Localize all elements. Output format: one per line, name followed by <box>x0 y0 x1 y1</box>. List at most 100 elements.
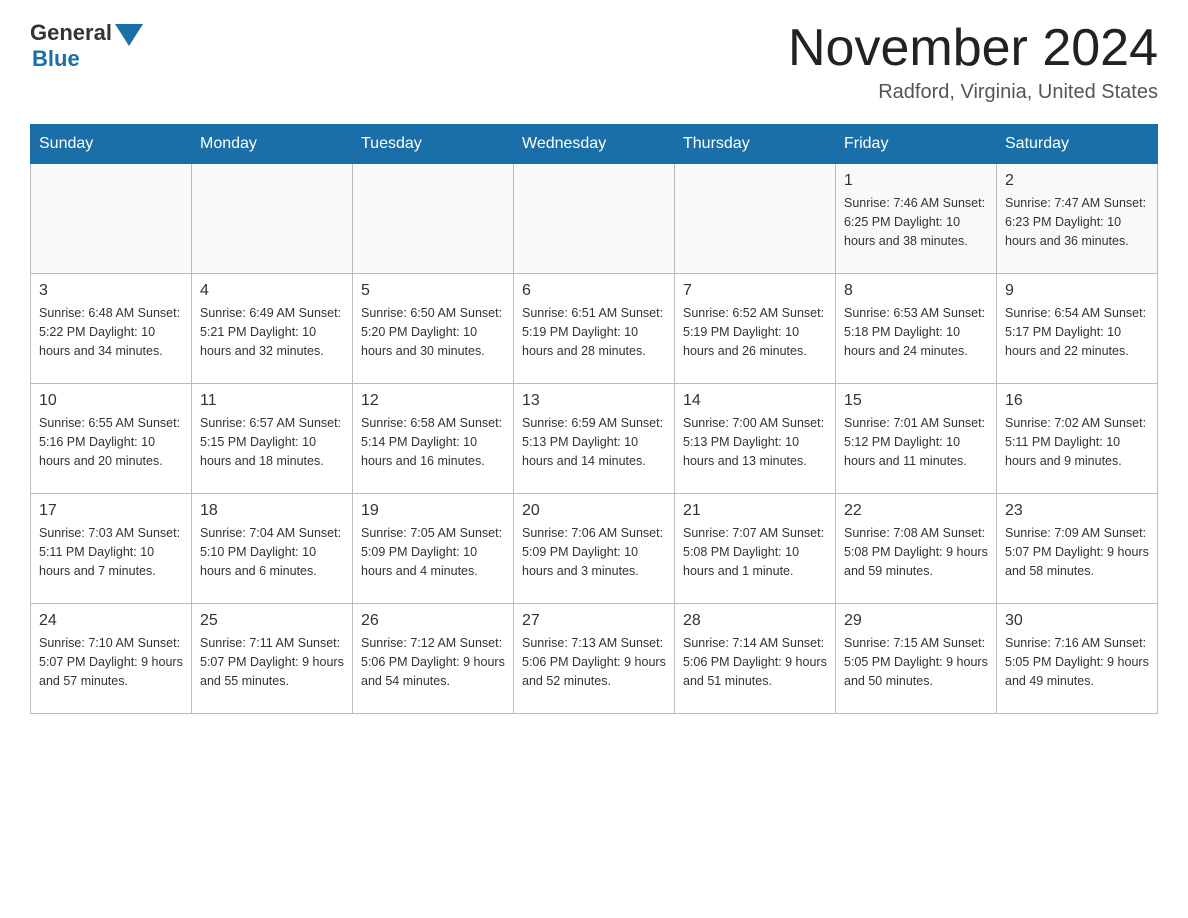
day-info: Sunrise: 7:08 AM Sunset: 5:08 PM Dayligh… <box>844 524 988 580</box>
day-number: 23 <box>1005 502 1149 520</box>
day-info: Sunrise: 6:58 AM Sunset: 5:14 PM Dayligh… <box>361 414 505 470</box>
day-number: 10 <box>39 392 183 410</box>
calendar-cell: 21 Sunrise: 7:07 AM Sunset: 5:08 PM Dayli… <box>675 494 836 604</box>
day-info: Sunrise: 7:47 AM Sunset: 6:23 PM Dayligh… <box>1005 194 1149 250</box>
weekday-header-wednesday: Wednesday <box>514 125 675 164</box>
calendar-cell <box>31 164 192 274</box>
day-number: 14 <box>683 392 827 410</box>
calendar-week-row: 17 Sunrise: 7:03 AM Sunset: 5:11 PM Dayli… <box>31 494 1158 604</box>
day-number: 22 <box>844 502 988 520</box>
day-number: 20 <box>522 502 666 520</box>
day-info: Sunrise: 7:13 AM Sunset: 5:06 PM Dayligh… <box>522 634 666 690</box>
day-number: 24 <box>39 612 183 630</box>
day-info: Sunrise: 6:52 AM Sunset: 5:19 PM Dayligh… <box>683 304 827 360</box>
calendar-cell <box>514 164 675 274</box>
logo-general-text: General <box>30 20 112 46</box>
day-number: 7 <box>683 282 827 300</box>
calendar-table: SundayMondayTuesdayWednesdayThursdayFrid… <box>30 124 1158 714</box>
weekday-header-friday: Friday <box>836 125 997 164</box>
day-info: Sunrise: 6:54 AM Sunset: 5:17 PM Dayligh… <box>1005 304 1149 360</box>
calendar-cell: 30Sunrise: 7:16 AM Sunset: 5:05 PM Dayli… <box>997 604 1158 714</box>
calendar-cell: 13 Sunrise: 6:59 AM Sunset: 5:13 PM Dayli… <box>514 384 675 494</box>
day-number: 27 <box>522 612 666 630</box>
day-info: Sunrise: 7:03 AM Sunset: 5:11 PM Dayligh… <box>39 524 183 580</box>
day-info: Sunrise: 6:48 AM Sunset: 5:22 PM Dayligh… <box>39 304 183 360</box>
day-info: Sunrise: 6:51 AM Sunset: 5:19 PM Dayligh… <box>522 304 666 360</box>
day-number: 4 <box>200 282 344 300</box>
day-number: 17 <box>39 502 183 520</box>
day-number: 19 <box>361 502 505 520</box>
day-number: 26 <box>361 612 505 630</box>
day-info: Sunrise: 7:06 AM Sunset: 5:09 PM Dayligh… <box>522 524 666 580</box>
day-info: Sunrise: 6:59 AM Sunset: 5:13 PM Dayligh… <box>522 414 666 470</box>
calendar-cell: 1 Sunrise: 7:46 AM Sunset: 6:25 PM Daylig… <box>836 164 997 274</box>
day-info: Sunrise: 7:14 AM Sunset: 5:06 PM Dayligh… <box>683 634 827 690</box>
calendar-cell: 17 Sunrise: 7:03 AM Sunset: 5:11 PM Dayli… <box>31 494 192 604</box>
day-number: 30 <box>1005 612 1149 630</box>
title-block: November 2024 Radford, Virginia, United … <box>788 20 1158 104</box>
day-info: Sunrise: 6:53 AM Sunset: 5:18 PM Dayligh… <box>844 304 988 360</box>
calendar-cell: 23 Sunrise: 7:09 AM Sunset: 5:07 PM Dayli… <box>997 494 1158 604</box>
day-number: 11 <box>200 392 344 410</box>
day-number: 18 <box>200 502 344 520</box>
day-number: 2 <box>1005 172 1149 190</box>
calendar-cell: 15Sunrise: 7:01 AM Sunset: 5:12 PM Dayli… <box>836 384 997 494</box>
day-info: Sunrise: 7:05 AM Sunset: 5:09 PM Dayligh… <box>361 524 505 580</box>
day-info: Sunrise: 7:01 AM Sunset: 5:12 PM Dayligh… <box>844 414 988 470</box>
day-number: 29 <box>844 612 988 630</box>
calendar-cell: 4Sunrise: 6:49 AM Sunset: 5:21 PM Daylig… <box>192 274 353 384</box>
weekday-header-tuesday: Tuesday <box>353 125 514 164</box>
page-title: November 2024 <box>788 20 1158 77</box>
calendar-cell: 7 Sunrise: 6:52 AM Sunset: 5:19 PM Daylig… <box>675 274 836 384</box>
day-number: 16 <box>1005 392 1149 410</box>
calendar-cell: 26Sunrise: 7:12 AM Sunset: 5:06 PM Dayli… <box>353 604 514 714</box>
day-info: Sunrise: 7:10 AM Sunset: 5:07 PM Dayligh… <box>39 634 183 690</box>
day-info: Sunrise: 7:07 AM Sunset: 5:08 PM Dayligh… <box>683 524 827 580</box>
calendar-cell: 8 Sunrise: 6:53 AM Sunset: 5:18 PM Daylig… <box>836 274 997 384</box>
calendar-week-row: 10 Sunrise: 6:55 AM Sunset: 5:16 PM Dayli… <box>31 384 1158 494</box>
day-info: Sunrise: 7:46 AM Sunset: 6:25 PM Dayligh… <box>844 194 988 250</box>
calendar-cell: 3 Sunrise: 6:48 AM Sunset: 5:22 PM Daylig… <box>31 274 192 384</box>
weekday-header-thursday: Thursday <box>675 125 836 164</box>
calendar-cell <box>353 164 514 274</box>
day-info: Sunrise: 7:02 AM Sunset: 5:11 PM Dayligh… <box>1005 414 1149 470</box>
day-number: 21 <box>683 502 827 520</box>
day-number: 13 <box>522 392 666 410</box>
calendar-cell: 28Sunrise: 7:14 AM Sunset: 5:06 PM Dayli… <box>675 604 836 714</box>
weekday-header-sunday: Sunday <box>31 125 192 164</box>
day-number: 8 <box>844 282 988 300</box>
calendar-cell <box>192 164 353 274</box>
calendar-week-row: 24 Sunrise: 7:10 AM Sunset: 5:07 PM Dayli… <box>31 604 1158 714</box>
day-info: Sunrise: 6:57 AM Sunset: 5:15 PM Dayligh… <box>200 414 344 470</box>
calendar-cell: 12 Sunrise: 6:58 AM Sunset: 5:14 PM Dayli… <box>353 384 514 494</box>
day-info: Sunrise: 7:11 AM Sunset: 5:07 PM Dayligh… <box>200 634 344 690</box>
day-info: Sunrise: 7:04 AM Sunset: 5:10 PM Dayligh… <box>200 524 344 580</box>
logo: General Blue <box>30 20 143 72</box>
logo-triangle-icon <box>115 24 143 46</box>
calendar-cell: 29Sunrise: 7:15 AM Sunset: 5:05 PM Dayli… <box>836 604 997 714</box>
calendar-cell: 24 Sunrise: 7:10 AM Sunset: 5:07 PM Dayli… <box>31 604 192 714</box>
day-info: Sunrise: 7:00 AM Sunset: 5:13 PM Dayligh… <box>683 414 827 470</box>
calendar-cell: 11 Sunrise: 6:57 AM Sunset: 5:15 PM Dayli… <box>192 384 353 494</box>
calendar-cell: 25 Sunrise: 7:11 AM Sunset: 5:07 PM Dayli… <box>192 604 353 714</box>
calendar-cell: 9 Sunrise: 6:54 AM Sunset: 5:17 PM Daylig… <box>997 274 1158 384</box>
calendar-cell: 16 Sunrise: 7:02 AM Sunset: 5:11 PM Dayli… <box>997 384 1158 494</box>
day-number: 12 <box>361 392 505 410</box>
day-info: Sunrise: 6:50 AM Sunset: 5:20 PM Dayligh… <box>361 304 505 360</box>
weekday-header-saturday: Saturday <box>997 125 1158 164</box>
weekday-header-row: SundayMondayTuesdayWednesdayThursdayFrid… <box>31 125 1158 164</box>
logo-blue-text: Blue <box>32 46 80 72</box>
day-number: 9 <box>1005 282 1149 300</box>
calendar-cell: 20 Sunrise: 7:06 AM Sunset: 5:09 PM Dayli… <box>514 494 675 604</box>
day-number: 25 <box>200 612 344 630</box>
day-info: Sunrise: 7:09 AM Sunset: 5:07 PM Dayligh… <box>1005 524 1149 580</box>
day-number: 3 <box>39 282 183 300</box>
calendar-cell: 2 Sunrise: 7:47 AM Sunset: 6:23 PM Daylig… <box>997 164 1158 274</box>
day-info: Sunrise: 6:55 AM Sunset: 5:16 PM Dayligh… <box>39 414 183 470</box>
page-subtitle: Radford, Virginia, United States <box>788 81 1158 104</box>
calendar-cell: 18 Sunrise: 7:04 AM Sunset: 5:10 PM Dayli… <box>192 494 353 604</box>
day-number: 6 <box>522 282 666 300</box>
day-number: 1 <box>844 172 988 190</box>
calendar-cell: 5Sunrise: 6:50 AM Sunset: 5:20 PM Daylig… <box>353 274 514 384</box>
weekday-header-monday: Monday <box>192 125 353 164</box>
